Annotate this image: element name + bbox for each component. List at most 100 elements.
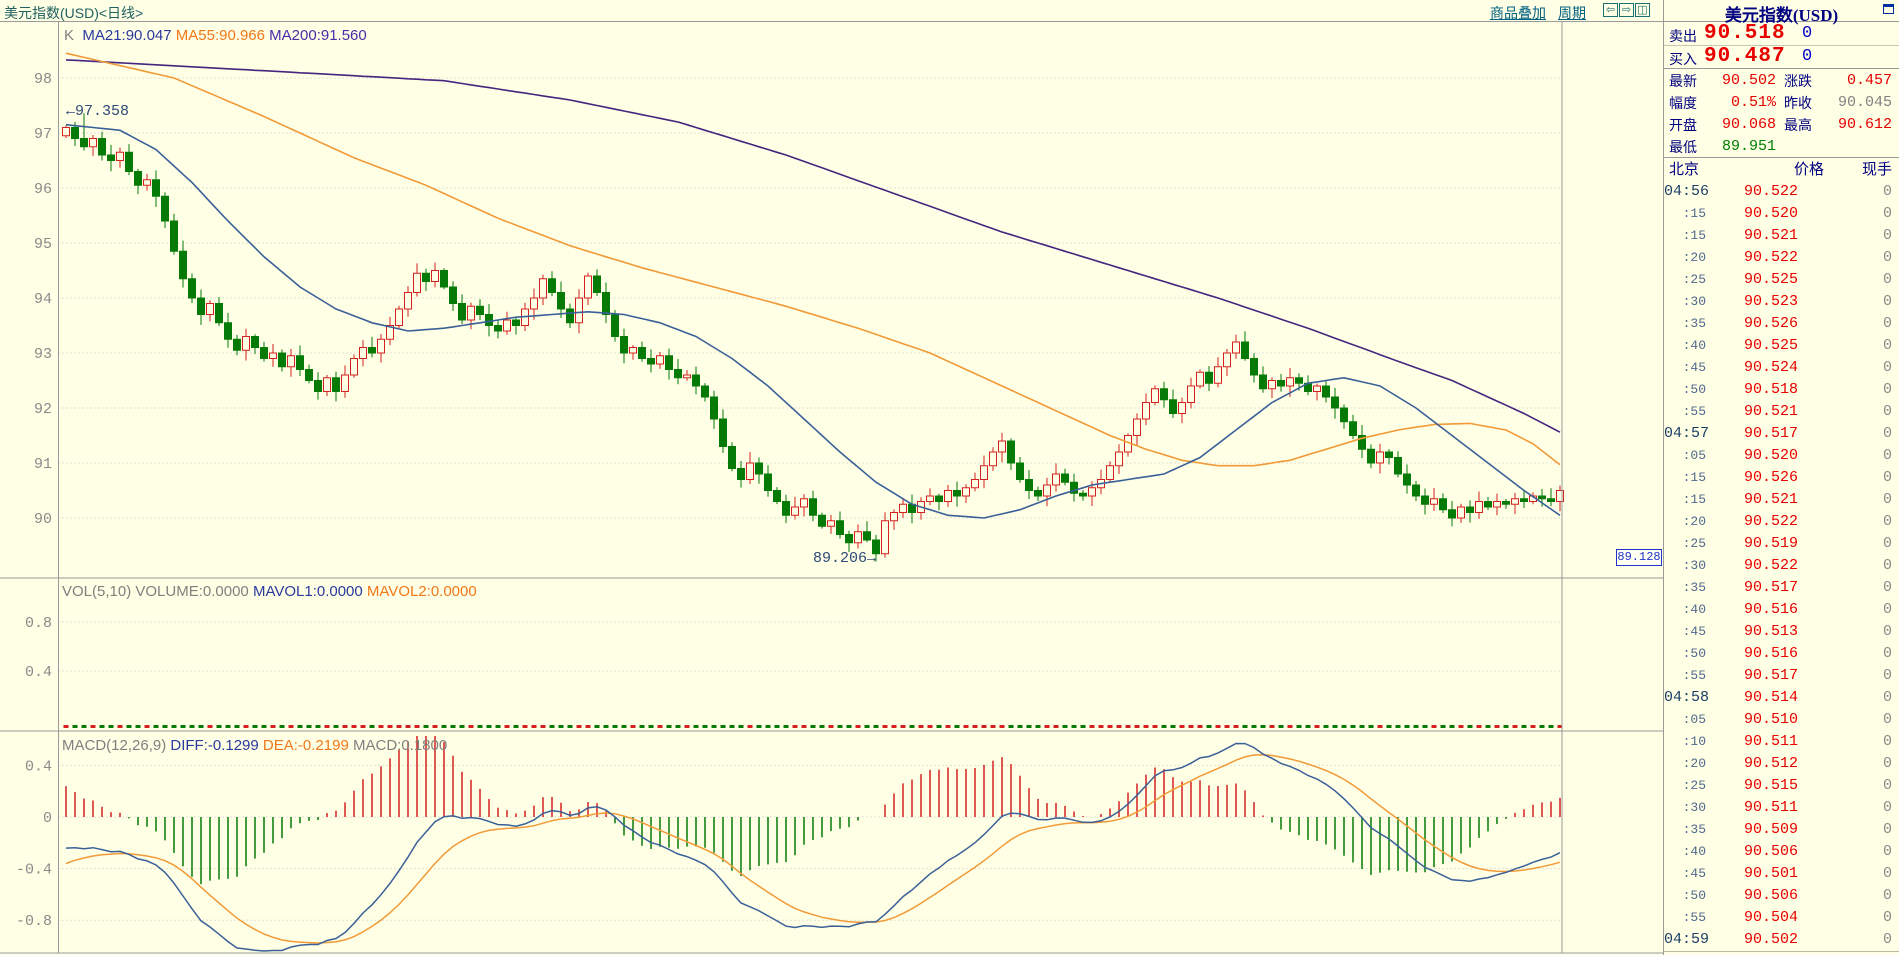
candle-body: [594, 276, 601, 293]
chart-canvas[interactable]: 9897969594939291900.80.40.40-0.4-0.8: [0, 0, 1663, 955]
tick-time: :25: [1664, 533, 1706, 555]
tick-price: 90.519: [1724, 533, 1798, 555]
volume-bar: [271, 725, 276, 728]
tick-time: 04:57: [1664, 423, 1706, 445]
volume-bar: [613, 725, 618, 728]
volume-bar: [1216, 725, 1221, 728]
tick-time: :40: [1664, 599, 1706, 621]
volume-bar: [973, 725, 978, 728]
tick-price: 90.526: [1724, 467, 1798, 489]
candle-body: [963, 488, 970, 496]
volume-bar: [253, 725, 258, 728]
candle-body: [675, 370, 682, 378]
candle-body: [774, 491, 781, 502]
overlay-instrument-link[interactable]: 商品叠加: [1490, 3, 1546, 23]
candle-body: [1413, 485, 1420, 496]
tick-time: :15: [1664, 203, 1706, 225]
candle-body: [891, 513, 898, 521]
volume-bar: [1054, 725, 1059, 728]
tick-volume: 0: [1883, 313, 1892, 335]
volume-bar: [1441, 725, 1446, 728]
chart-window-title: 美元指数(USD)<日线>: [4, 3, 143, 23]
tick-row: 04:5990.5020: [1664, 929, 1899, 951]
tick-time: :30: [1664, 555, 1706, 577]
quote-panel: 美元指数(USD) 卖出 90.518 0 买入 90.487 0 最新 90.…: [1663, 0, 1899, 955]
volume-bar: [226, 725, 231, 728]
tick-price: 90.517: [1724, 577, 1798, 599]
volume-bar: [1270, 725, 1275, 728]
tick-time: :35: [1664, 313, 1706, 335]
volume-bar: [1243, 725, 1248, 728]
stat-label-open: 开盘: [1669, 114, 1697, 136]
tick-row: :4590.5010: [1664, 863, 1899, 885]
volume-bar: [154, 725, 159, 728]
volume-bar: [136, 725, 141, 728]
stat-label-low: 最低: [1669, 136, 1697, 158]
candle-body: [279, 353, 286, 367]
volume-bar: [910, 725, 915, 728]
tick-row: :4090.5250: [1664, 335, 1899, 357]
volume-bar: [712, 725, 717, 728]
candle-body: [936, 496, 943, 502]
candle-body: [1341, 408, 1348, 422]
volume-bar: [631, 725, 636, 728]
volume-bar: [190, 725, 195, 728]
tick-row: 04:5690.5220: [1664, 181, 1899, 203]
tick-price: 90.521: [1724, 225, 1798, 247]
tick-price: 90.506: [1724, 841, 1798, 863]
tick-row: 04:5790.5170: [1664, 423, 1899, 445]
tick-time: :15: [1664, 489, 1706, 511]
candle-body: [531, 298, 538, 309]
tick-price: 90.511: [1724, 797, 1798, 819]
tick-time: :15: [1664, 225, 1706, 247]
volume-bar: [1540, 725, 1545, 728]
arrow-left-icon[interactable]: ⇦: [1603, 3, 1618, 17]
volume-bar: [946, 725, 951, 728]
candle-body: [1089, 488, 1096, 496]
candle-body: [828, 521, 835, 527]
candle-body: [513, 320, 520, 326]
candle-body: [1116, 452, 1123, 466]
tick-row: :5590.5040: [1664, 907, 1899, 929]
volume-bar: [586, 725, 591, 728]
tick-price: 90.511: [1724, 731, 1798, 753]
candle-body: [621, 337, 628, 354]
tick-price: 90.506: [1724, 885, 1798, 907]
volume-bar: [811, 725, 816, 728]
volume-bar: [388, 725, 393, 728]
tick-volume: 0: [1883, 225, 1892, 247]
candle-body: [702, 386, 709, 397]
arrow-right-icon[interactable]: ⇨: [1619, 3, 1634, 17]
low-annotation-value: 89.206: [813, 550, 867, 567]
split-window-icon[interactable]: ◫: [1635, 3, 1650, 17]
tick-row: :2590.5150: [1664, 775, 1899, 797]
candle-body: [504, 320, 511, 331]
tick-time: :30: [1664, 797, 1706, 819]
tick-volume: 0: [1883, 797, 1892, 819]
volume-bar: [442, 725, 447, 728]
tick-volume: 0: [1883, 885, 1892, 907]
volume-bar: [316, 725, 321, 728]
tick-price: 90.514: [1724, 687, 1798, 709]
tick-table[interactable]: 04:5690.5220:1590.5200:1590.5210:2090.52…: [1664, 181, 1899, 952]
candle-body: [108, 155, 115, 161]
candle-body: [945, 491, 952, 502]
candle-body: [972, 480, 979, 488]
candle-body: [1548, 499, 1555, 502]
volume-bar: [244, 725, 249, 728]
restore-window-icon[interactable]: [1883, 4, 1894, 14]
tick-volume: 0: [1883, 577, 1892, 599]
tick-price: 90.522: [1724, 511, 1798, 533]
candle-body: [1404, 474, 1411, 485]
volume-bar: [514, 725, 519, 728]
tick-row: :5590.5170: [1664, 665, 1899, 687]
tick-row: :2090.5220: [1664, 247, 1899, 269]
period-link[interactable]: 周期: [1558, 3, 1586, 23]
volume-bar: [667, 725, 672, 728]
tick-row: 04:5890.5140: [1664, 687, 1899, 709]
volume-bar: [1252, 725, 1257, 728]
volume-bar: [928, 725, 933, 728]
tick-price: 90.520: [1724, 445, 1798, 467]
stat-value-high: 90.612: [1822, 114, 1892, 136]
tick-row: :4590.5130: [1664, 621, 1899, 643]
